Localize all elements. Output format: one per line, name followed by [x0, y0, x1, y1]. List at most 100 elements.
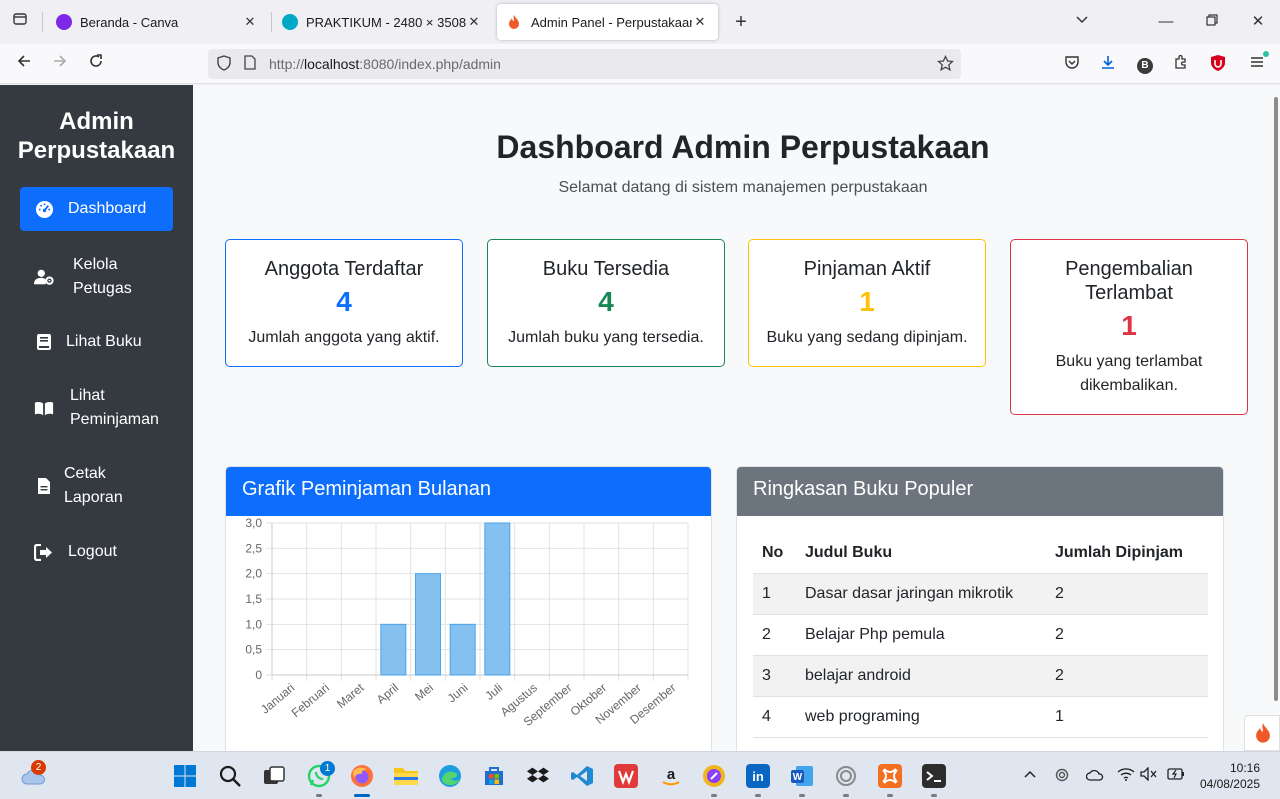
stat-card-value: 1: [859, 286, 875, 317]
pocket-icon[interactable]: [1062, 54, 1082, 74]
minimize-icon[interactable]: —: [1156, 10, 1176, 34]
search-icon[interactable]: [218, 764, 242, 788]
browser-nav-bar: http://localhost:8080/index.php/admin B: [0, 44, 1280, 84]
svg-text:a: a: [667, 766, 676, 783]
sidebar-item-lihat-peminjaman[interactable]: Lihat Peminjaman: [20, 384, 173, 432]
close-icon[interactable]: ✕: [466, 14, 482, 30]
stat-card-buku: Buku Tersedia 4 Jumlah buku yang tersedi…: [487, 239, 725, 367]
browser-app-icon[interactable]: [702, 764, 726, 788]
url-text: http://localhost:8080/index.php/admin: [269, 56, 501, 72]
sidebar-item-label: Logout: [68, 543, 117, 560]
sidebar-item-dashboard[interactable]: Dashboard: [20, 187, 173, 231]
x-tick-label: Juli: [482, 681, 505, 703]
running-indicator: [887, 794, 893, 797]
stat-card-title: Anggota Terdaftar: [264, 258, 424, 280]
reload-icon[interactable]: [84, 52, 108, 76]
chart-panel-title: Grafik Peminjaman Bulanan: [226, 467, 711, 516]
word-icon[interactable]: W: [790, 764, 814, 788]
forward-icon[interactable]: [48, 52, 72, 76]
restore-icon[interactable]: [1202, 10, 1222, 34]
book-open-icon: [34, 398, 54, 418]
taskbar-clock[interactable]: 10:16 04/08/2025: [1200, 760, 1260, 792]
running-indicator: [711, 794, 717, 797]
users-cog-icon: [34, 267, 54, 287]
chart-bar: [484, 522, 511, 676]
dropbox-icon[interactable]: [526, 764, 550, 788]
table-cell: 2: [1046, 614, 1208, 656]
page-icon[interactable]: [241, 55, 259, 73]
close-icon[interactable]: ✕: [692, 14, 708, 30]
sidebar-item-label: Dashboard: [68, 200, 147, 217]
sidebar-item-kelola-petugas[interactable]: Kelola Petugas: [20, 253, 173, 301]
tray-app-icon[interactable]: [1053, 767, 1071, 785]
new-tab-icon[interactable]: +: [730, 10, 752, 34]
canva-icon: [56, 14, 72, 30]
tab-admin-panel[interactable]: Admin Panel - Perpustakaan ✕: [497, 4, 718, 40]
sidebar-item-label: Lihat Peminjaman: [70, 387, 159, 428]
stat-card-value: 4: [336, 286, 352, 317]
windows-start-icon[interactable]: [173, 764, 197, 788]
battery-icon[interactable]: [1165, 767, 1184, 785]
scrollbar-thumb[interactable]: [1274, 97, 1278, 701]
stat-card-pinjaman: Pinjaman Aktif 1 Buku yang sedang dipinj…: [748, 239, 986, 367]
url-bar[interactable]: http://localhost:8080/index.php/admin: [208, 49, 961, 79]
sidebar-item-logout[interactable]: Logout: [20, 540, 173, 564]
onedrive-icon[interactable]: [1085, 767, 1104, 785]
tab-canva-home[interactable]: Beranda - Canva ✕: [46, 4, 268, 40]
firefox-icon[interactable]: [350, 764, 374, 788]
table-row: 3 belajar android 2: [753, 655, 1208, 697]
tab-separator: [42, 12, 43, 32]
linkedin-icon[interactable]: in: [746, 764, 770, 788]
file-explorer-icon[interactable]: [393, 764, 418, 788]
active-indicator: [354, 794, 370, 797]
wifi-icon[interactable]: [1117, 767, 1135, 785]
volume-muted-icon[interactable]: [1140, 766, 1158, 785]
extensions-icon[interactable]: [1171, 54, 1191, 74]
bookmark-star-icon[interactable]: [936, 54, 954, 73]
table-header-row: No Judul Buku Jumlah Dipinjam: [753, 533, 1208, 574]
popular-books-panel: Ringkasan Buku Populer No Judul Buku Jum…: [736, 466, 1224, 751]
flame-icon[interactable]: [1244, 715, 1280, 751]
running-indicator: [799, 794, 805, 797]
xampp-icon[interactable]: [878, 764, 902, 788]
terminal-icon[interactable]: [922, 764, 946, 788]
microsoft-store-icon[interactable]: [482, 764, 506, 788]
edge-icon[interactable]: [438, 764, 462, 788]
page-content: Admin Perpustakaan Dashboard Kelola Petu…: [0, 85, 1280, 751]
page-scrollbar[interactable]: [1272, 85, 1280, 751]
close-icon[interactable]: ✕: [242, 14, 258, 30]
vscode-icon[interactable]: [570, 764, 594, 788]
stat-card-anggota: Anggota Terdaftar 4 Jumlah anggota yang …: [225, 239, 463, 367]
stat-card-value: 1: [1121, 310, 1137, 341]
table-cell: 4: [753, 696, 796, 738]
chart-bar: [380, 623, 407, 676]
popular-books-table: No Judul Buku Jumlah Dipinjam 1 Dasar da…: [753, 533, 1208, 738]
shield-icon[interactable]: [215, 55, 233, 73]
tab-praktikum[interactable]: PRAKTIKUM - 2480 × 3508 piks ✕: [272, 4, 492, 40]
y-tick-label: 2,5: [245, 541, 262, 555]
app-ring-icon[interactable]: [834, 764, 858, 788]
tab-list-icon[interactable]: [8, 10, 32, 34]
table-cell: 2: [1046, 655, 1208, 697]
sidebar-item-cetak-laporan[interactable]: Cetak Laporan: [20, 462, 173, 510]
chart-panel: Grafik Peminjaman Bulanan 0 0,5 1,0 1,5 2,0 2…: [225, 466, 712, 751]
task-view-icon[interactable]: [262, 764, 286, 788]
canva-icon: [282, 14, 298, 30]
chart-bar: [415, 573, 441, 676]
back-icon[interactable]: [12, 52, 36, 76]
menu-icon[interactable]: [1247, 51, 1269, 74]
chevron-up-icon[interactable]: [1021, 767, 1039, 785]
wps-office-icon[interactable]: [614, 764, 638, 788]
page-subtitle: Selamat datang di sistem manajemen perpu…: [558, 179, 928, 196]
amazon-icon[interactable]: a: [659, 764, 683, 788]
sidebar-item-lihat-buku[interactable]: Lihat Buku: [20, 330, 173, 354]
profile-avatar[interactable]: B: [1135, 54, 1155, 74]
table-cell: Dasar dasar jaringan mikrotik: [796, 573, 1046, 615]
ublock-shield-icon[interactable]: [1208, 54, 1228, 74]
whatsapp-badge: 1: [320, 761, 335, 776]
x-tick-label: Februari: [289, 681, 332, 720]
window-close-icon[interactable]: ✕: [1248, 10, 1268, 34]
svg-text:in: in: [752, 769, 764, 784]
download-icon[interactable]: [1098, 54, 1118, 74]
chevron-down-icon[interactable]: [1072, 10, 1092, 34]
